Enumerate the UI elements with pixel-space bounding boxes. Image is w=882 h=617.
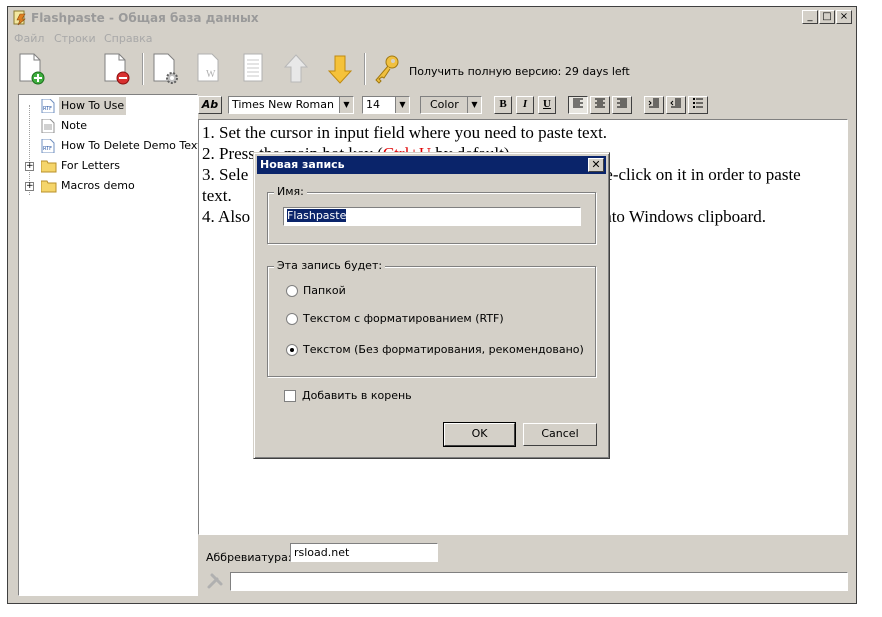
color-value: Color: [430, 98, 459, 111]
minimize-button[interactable]: _: [802, 10, 818, 24]
toolbar: W Получить полную версию: 29 days left: [8, 47, 856, 93]
wrench-icon[interactable]: [206, 572, 224, 590]
radio-button[interactable]: [286, 313, 298, 325]
align-right-button[interactable]: [612, 96, 632, 114]
svg-text:RTF: RTF: [43, 106, 52, 112]
new-item-icon[interactable]: [16, 51, 48, 87]
key-icon[interactable]: [370, 51, 402, 87]
folder-icon: [41, 180, 57, 193]
name-input-value: Flashpaste: [287, 209, 347, 222]
text-document-icon[interactable]: [238, 51, 270, 87]
arrow-down-icon[interactable]: [324, 51, 356, 87]
radio-label: Папкой: [303, 284, 346, 297]
outdent-button[interactable]: [666, 96, 686, 114]
bold-button[interactable]: B: [494, 96, 512, 114]
editor-line: 1. Set the cursor in input field where y…: [202, 123, 608, 142]
promo-text[interactable]: Получить полную версию: 29 days left: [409, 65, 630, 78]
font-select[interactable]: Times New Roman ▼: [228, 96, 354, 114]
chevron-down-icon[interactable]: ▼: [467, 97, 481, 113]
indent-icon: [648, 98, 659, 108]
bullet-list-icon: [693, 98, 703, 108]
toolbar-separator: [364, 53, 366, 85]
command-input[interactable]: [230, 572, 848, 591]
expand-toggle[interactable]: +: [25, 162, 34, 171]
settings-icon[interactable]: [150, 51, 182, 87]
text-file-icon: [41, 119, 55, 133]
align-center-icon: [595, 98, 605, 108]
entry-type-label: Эта запись будет:: [274, 259, 386, 272]
close-button[interactable]: ×: [836, 10, 852, 24]
entries-tree[interactable]: RTF How To Use Note RTF How To Delete De…: [18, 94, 202, 596]
chevron-down-icon[interactable]: ▼: [339, 97, 353, 113]
abbreviation-label: Аббревиатура:: [206, 551, 292, 564]
tree-item-label: How To Use: [59, 97, 127, 115]
align-left-button[interactable]: [568, 96, 588, 114]
name-input[interactable]: Flashpaste: [283, 207, 581, 226]
radio-label: Текстом с форматированием (RTF): [303, 312, 504, 325]
radio-label: Текстом (Без форматирования, рекомендова…: [303, 343, 584, 356]
folder-icon: [41, 160, 57, 173]
menu-file[interactable]: Файл: [14, 32, 44, 45]
size-value: 14: [366, 98, 380, 111]
rtf-file-icon: RTF: [41, 139, 55, 153]
outdent-icon: [670, 98, 681, 108]
underline-button[interactable]: U: [538, 96, 556, 114]
name-group-label: Имя:: [274, 185, 307, 198]
svg-text:W: W: [206, 69, 216, 80]
title-bar[interactable]: Flashpaste - Общая база данных _ □ ×: [8, 7, 856, 29]
rtf-file-icon: RTF: [41, 99, 55, 113]
cancel-button[interactable]: Cancel: [523, 423, 597, 446]
entry-type-group: Эта запись будет: Папкой Текстом с форма…: [267, 259, 596, 377]
ok-button[interactable]: OK: [443, 422, 516, 447]
italic-button[interactable]: I: [516, 96, 534, 114]
abbreviation-input[interactable]: rsload.net: [290, 543, 438, 562]
radio-button[interactable]: [286, 285, 298, 297]
dialog-close-icon[interactable]: ✕: [588, 158, 604, 172]
word-document-icon[interactable]: W: [194, 51, 226, 87]
tree-item-label: For Letters: [61, 159, 121, 172]
window-title: Flashpaste - Общая база данных: [31, 11, 259, 25]
align-center-button[interactable]: [590, 96, 610, 114]
toolbar-separator: [142, 53, 144, 85]
add-to-root-checkbox[interactable]: [284, 390, 296, 402]
delete-item-icon[interactable]: [101, 51, 133, 87]
tree-item-label: Macros demo: [61, 179, 135, 192]
tree-item-label: How To Delete Demo Text: [61, 139, 202, 152]
expand-toggle[interactable]: +: [25, 182, 34, 191]
tree-item-label: Note: [61, 119, 88, 132]
chevron-down-icon[interactable]: ▼: [395, 97, 409, 113]
dialog-title-bar[interactable]: Новая запись ✕: [257, 156, 606, 174]
size-select[interactable]: 14 ▼: [362, 96, 410, 114]
name-group: Имя: Flashpaste: [267, 185, 596, 244]
align-right-icon: [617, 98, 627, 108]
style-button[interactable]: Ab: [198, 96, 222, 114]
indent-button[interactable]: [644, 96, 664, 114]
add-to-root-label: Добавить в корень: [302, 389, 412, 402]
menu-bar: Файл Строки Справка: [8, 29, 856, 47]
format-toolbar: Ab Times New Roman ▼ 14 ▼ Color ▼ B I U: [198, 94, 848, 116]
menu-rows[interactable]: Строки: [54, 32, 96, 45]
align-left-icon: [573, 98, 583, 108]
radio-button[interactable]: [286, 344, 298, 356]
font-value: Times New Roman: [232, 98, 334, 111]
arrow-up-icon[interactable]: [280, 51, 312, 87]
maximize-button[interactable]: □: [819, 10, 835, 24]
dialog-title: Новая запись: [260, 158, 345, 171]
new-entry-dialog: Новая запись ✕ Имя: Flashpaste Эта запис…: [253, 152, 610, 459]
app-icon: [13, 10, 26, 26]
bullet-list-button[interactable]: [688, 96, 708, 114]
svg-text:RTF: RTF: [43, 146, 52, 152]
menu-help[interactable]: Справка: [104, 32, 152, 45]
color-select[interactable]: Color ▼: [420, 96, 482, 114]
